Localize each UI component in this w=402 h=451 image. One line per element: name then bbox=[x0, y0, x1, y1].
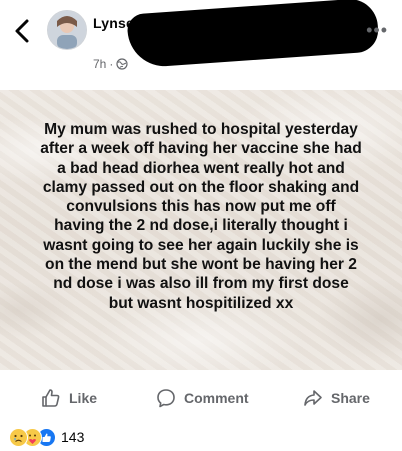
comment-label: Comment bbox=[184, 390, 249, 406]
share-button[interactable]: Share bbox=[303, 384, 370, 412]
avatar[interactable] bbox=[47, 10, 87, 50]
like-button[interactable]: Like bbox=[41, 384, 97, 412]
like-label: Like bbox=[69, 390, 98, 406]
action-bar: Like Comment Share bbox=[0, 384, 402, 414]
post-time[interactable]: 7h bbox=[93, 57, 106, 71]
comment-button[interactable]: Comment bbox=[156, 384, 249, 412]
globe-icon bbox=[116, 58, 128, 70]
meta-separator: · bbox=[109, 57, 114, 71]
share-label: Share bbox=[331, 390, 370, 406]
post-meta: 7h · bbox=[93, 57, 128, 71]
post-header: Lynsey 7h · ••• bbox=[0, 0, 402, 82]
comment-icon bbox=[157, 389, 175, 408]
reaction-summary[interactable]: 143 bbox=[9, 427, 85, 447]
back-arrow-icon[interactable] bbox=[12, 18, 34, 44]
more-options-icon[interactable]: ••• bbox=[366, 20, 388, 41]
redaction-mark bbox=[126, 0, 380, 69]
reaction-count: 143 bbox=[61, 429, 85, 445]
post-text: My mum was rushed to hospital yesterday … bbox=[40, 121, 362, 312]
sad-icon bbox=[9, 427, 28, 447]
thumbs-up-icon bbox=[42, 389, 60, 407]
share-icon bbox=[304, 390, 322, 406]
